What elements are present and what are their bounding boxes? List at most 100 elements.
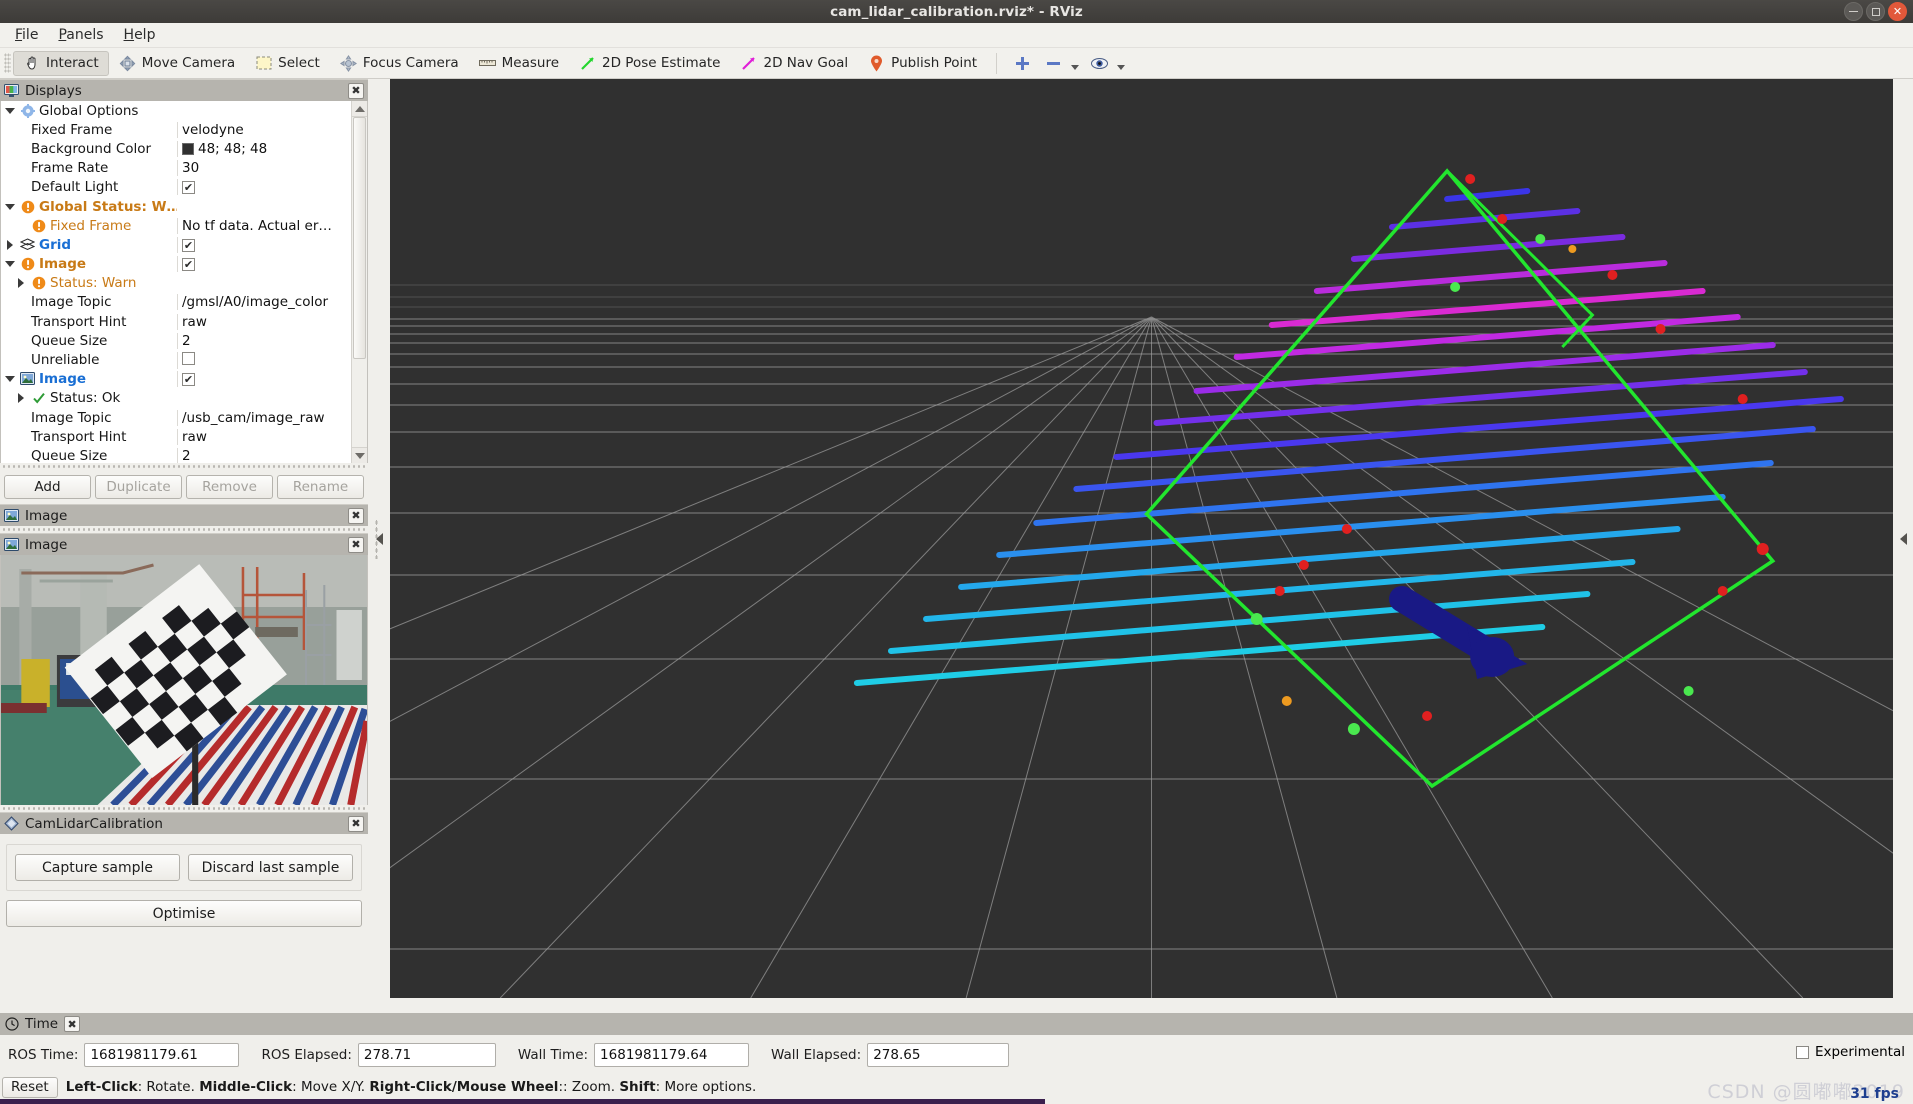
splitter-grip[interactable] bbox=[375, 518, 378, 559]
remove-tool-button[interactable] bbox=[1039, 51, 1085, 76]
display-tree-row[interactable]: Unreliable bbox=[1, 350, 351, 369]
menu-file[interactable]: FFileile bbox=[6, 25, 47, 45]
add-button[interactable]: Add bbox=[4, 475, 91, 499]
close-icon[interactable]: ✖ bbox=[348, 82, 364, 99]
display-tree-row[interactable]: Fixed Frame velodyne bbox=[1, 120, 351, 139]
display-tree-row[interactable]: Image Topic/gmsl/A0/image_color bbox=[1, 293, 351, 312]
tree-row-value-cell[interactable]: 48; 48; 48 bbox=[177, 140, 351, 157]
tree-row-value-cell[interactable]: 2 bbox=[177, 447, 351, 463]
display-tree-row[interactable]: Status: Warn bbox=[1, 274, 351, 293]
display-tree-row[interactable]: Global Options bbox=[1, 101, 351, 120]
display-tree-row[interactable]: Global Status: W… bbox=[1, 197, 351, 216]
maximize-button[interactable] bbox=[1866, 2, 1885, 21]
close-button[interactable]: ✕ bbox=[1888, 2, 1907, 21]
tree-row-value-cell[interactable]: /gmsl/A0/image_color bbox=[177, 294, 351, 311]
right-splitter[interactable] bbox=[1893, 79, 1913, 998]
left-splitter[interactable] bbox=[368, 79, 390, 998]
tree-row-checkbox[interactable]: ✔ bbox=[182, 373, 195, 387]
rename-button[interactable]: Rename bbox=[277, 475, 364, 499]
display-tree-row[interactable]: Fixed Frame No tf data. Actual er… bbox=[1, 216, 351, 235]
tool-2d-pose-estimate[interactable]: 2D Pose Estimate bbox=[569, 51, 730, 76]
tool-2d-nav-goal[interactable]: 2D Nav Goal bbox=[731, 51, 859, 76]
chevron-down-icon[interactable] bbox=[1071, 65, 1080, 70]
capture-sample-button[interactable]: Capture sample bbox=[15, 854, 180, 881]
collapse-right-arrow-icon[interactable] bbox=[1899, 532, 1907, 545]
tool-focus-camera[interactable]: Focus Camera bbox=[330, 51, 469, 76]
tree-row-value-cell[interactable]: ✔ bbox=[177, 256, 351, 273]
ros-time-input[interactable]: 1681981179.61 bbox=[84, 1043, 240, 1067]
display-tree-row[interactable]: Status: Ok bbox=[1, 389, 351, 408]
scrollbar-thumb[interactable] bbox=[353, 117, 366, 359]
chevron-right-icon[interactable] bbox=[14, 393, 27, 404]
close-icon[interactable]: ✖ bbox=[348, 507, 364, 524]
tree-row-value-cell[interactable]: velodyne bbox=[177, 121, 351, 138]
display-tree-row[interactable]: Queue Size 2 bbox=[1, 446, 351, 463]
tool-interact[interactable]: Interact bbox=[13, 50, 109, 76]
close-icon[interactable]: ✖ bbox=[348, 536, 364, 553]
tree-row-value-cell[interactable]: raw bbox=[177, 313, 351, 330]
display-tree-row[interactable]: Image ✔ bbox=[1, 255, 351, 274]
scroll-up-button[interactable] bbox=[352, 101, 367, 117]
optimise-button[interactable]: Optimise bbox=[6, 900, 362, 927]
experimental-toggle[interactable]: Experimental bbox=[1795, 1044, 1905, 1060]
tree-row-value-cell[interactable]: ✔ bbox=[177, 371, 351, 388]
tree-row-value-cell[interactable]: 2 bbox=[177, 332, 351, 349]
remove-button[interactable]: Remove bbox=[186, 475, 273, 499]
tree-row-value-cell[interactable]: ✔ bbox=[177, 179, 351, 196]
close-icon[interactable]: ✖ bbox=[348, 815, 364, 832]
tool-select[interactable]: Select bbox=[245, 51, 330, 76]
tree-row-value-cell[interactable]: 30 bbox=[177, 160, 351, 177]
minimize-button[interactable] bbox=[1844, 2, 1863, 21]
tree-row-value-cell[interactable] bbox=[177, 351, 351, 369]
panel-resize-grip[interactable] bbox=[0, 463, 368, 470]
tree-row-checkbox[interactable]: ✔ bbox=[182, 238, 195, 252]
tool-move-camera[interactable]: Move Camera bbox=[109, 51, 245, 76]
tree-row-value-cell[interactable]: No tf data. Actual er… bbox=[177, 217, 351, 234]
ros-elapsed-input[interactable]: 278.71 bbox=[357, 1043, 496, 1067]
display-tree-row[interactable]: Default Light ✔ bbox=[1, 178, 351, 197]
chevron-down-icon[interactable] bbox=[3, 376, 16, 383]
tool-measure[interactable]: Measure bbox=[469, 51, 569, 76]
duplicate-button[interactable]: Duplicate bbox=[95, 475, 182, 499]
menu-panels[interactable]: Panels bbox=[49, 25, 112, 45]
displays-scrollbar[interactable] bbox=[351, 101, 367, 463]
display-tree-row[interactable]: Frame Rate 30 bbox=[1, 159, 351, 178]
menu-help[interactable]: Help bbox=[115, 25, 165, 45]
visibility-tool-button[interactable] bbox=[1085, 51, 1131, 76]
wall-elapsed-input[interactable]: 278.65 bbox=[867, 1043, 1010, 1067]
toolbar-grip[interactable] bbox=[4, 53, 11, 73]
chevron-down-icon[interactable] bbox=[3, 261, 16, 268]
tree-row-checkbox[interactable] bbox=[182, 351, 195, 365]
panel-resize-grip[interactable] bbox=[0, 805, 368, 812]
experimental-checkbox[interactable] bbox=[1795, 1045, 1809, 1059]
close-icon[interactable]: ✖ bbox=[64, 1016, 81, 1032]
add-tool-button[interactable] bbox=[1006, 51, 1039, 76]
display-tree-row[interactable]: Transport Hint raw bbox=[1, 427, 351, 446]
panel-resize-grip[interactable] bbox=[0, 526, 368, 533]
chevron-down-icon[interactable] bbox=[1117, 65, 1126, 70]
tree-row-value-cell[interactable]: ✔ bbox=[177, 236, 351, 253]
camera-image-view[interactable] bbox=[0, 555, 368, 805]
display-tree-row[interactable]: Transport Hint raw bbox=[1, 312, 351, 331]
tree-row-checkbox[interactable]: ✔ bbox=[182, 181, 195, 195]
chevron-right-icon[interactable] bbox=[14, 278, 27, 289]
display-tree-row[interactable]: Image Topic/usb_cam/image_raw bbox=[1, 408, 351, 427]
tree-row-value-cell[interactable]: /usb_cam/image_raw bbox=[177, 409, 351, 426]
tree-row-value-cell[interactable]: raw bbox=[177, 428, 351, 445]
display-tree-row[interactable]: Grid ✔ bbox=[1, 235, 351, 254]
reset-button[interactable]: Reset bbox=[2, 1076, 58, 1098]
chevron-right-icon[interactable] bbox=[3, 239, 16, 250]
chevron-down-icon[interactable] bbox=[3, 107, 16, 114]
3d-viewport[interactable] bbox=[390, 79, 1893, 998]
tool-publish-point[interactable]: Publish Point bbox=[858, 51, 987, 76]
tree-row-checkbox[interactable]: ✔ bbox=[182, 258, 195, 272]
scroll-down-button[interactable] bbox=[352, 447, 367, 463]
discard-last-sample-button[interactable]: Discard last sample bbox=[188, 854, 353, 881]
display-tree-row[interactable]: Image ✔ bbox=[1, 370, 351, 389]
tool-label: Focus Camera bbox=[362, 55, 459, 71]
wall-time-input[interactable]: 1681981179.64 bbox=[594, 1043, 750, 1067]
chevron-down-icon[interactable] bbox=[3, 203, 16, 210]
display-tree-row[interactable]: Background Color 48; 48; 48 bbox=[1, 139, 351, 158]
display-tree-row[interactable]: Queue Size 2 bbox=[1, 331, 351, 350]
displays-tree[interactable]: Global Options Fixed Frame velodyne Backgro… bbox=[0, 101, 368, 463]
